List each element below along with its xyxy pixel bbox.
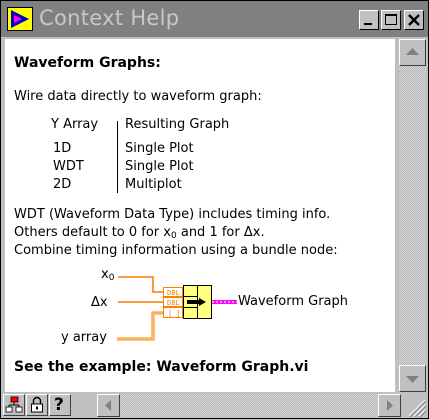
vertical-scrollbar[interactable] [399, 39, 426, 392]
dbl-terminal-x0: DBL [163, 287, 183, 297]
hierarchy-icon [5, 396, 23, 413]
svg-text:DBL: DBL [167, 289, 180, 297]
maximize-button[interactable] [381, 10, 401, 30]
minimize-button[interactable] [359, 10, 379, 30]
output-label: Waveform Graph [238, 294, 348, 309]
help-icon: ? [54, 395, 64, 415]
scroll-up-button[interactable] [399, 39, 426, 66]
horizontal-scrollbar[interactable] [97, 394, 401, 417]
scrollbar-track[interactable] [399, 39, 426, 392]
context-help-window: Context Help Waveform Graphs: Wire data … [0, 0, 429, 419]
lock-icon [31, 396, 43, 413]
scroll-right-button[interactable] [378, 394, 401, 417]
svg-text:DBL: DBL [167, 299, 180, 307]
bundle-node [183, 285, 212, 319]
arrow-down-icon [406, 376, 419, 383]
lock-button[interactable] [26, 394, 48, 416]
app-icon [7, 7, 33, 31]
arrow-right-icon [387, 400, 393, 411]
resize-grip-icon[interactable] [403, 394, 427, 417]
dbl-terminal-dx: DBL [163, 297, 183, 307]
yarray-wire [117, 311, 163, 341]
arrow-up-icon [406, 48, 419, 55]
scroll-left-button[interactable] [97, 394, 120, 417]
x0-wire [118, 276, 163, 293]
bottom-toolbar: ? [1, 393, 428, 418]
example-link[interactable]: See the example: Waveform Graph.vi [14, 359, 309, 375]
svg-text:[ ]: [ ] [168, 310, 181, 318]
arrow-left-icon [105, 400, 111, 411]
array-terminal: [ ] [163, 307, 183, 318]
hierarchy-button[interactable] [3, 394, 25, 416]
help-content: Waveform Graphs: Wire data directly to w… [5, 39, 395, 392]
bundle-diagram: DBL DBL [ ] [117, 276, 237, 341]
help-button[interactable]: ? [49, 394, 71, 416]
window-title: Context Help [39, 6, 180, 30]
title-bar[interactable]: Context Help [1, 1, 428, 37]
close-button[interactable] [404, 10, 424, 30]
scroll-down-button[interactable] [399, 365, 426, 392]
